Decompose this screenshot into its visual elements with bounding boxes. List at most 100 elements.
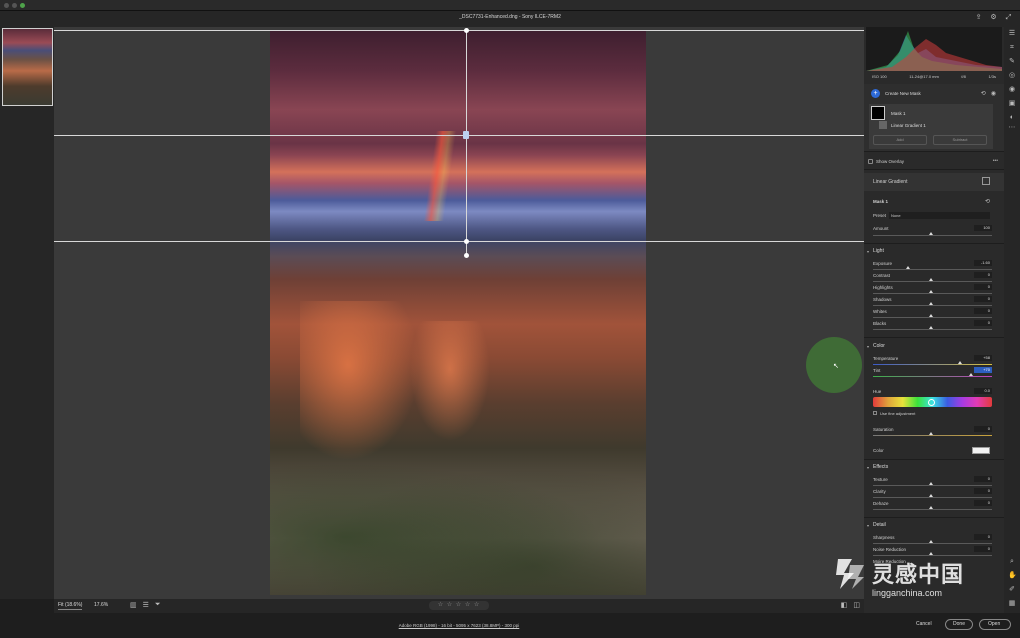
fine-adjust-checkbox[interactable] [873,411,877,415]
saturation-slider-thumb[interactable] [929,432,933,435]
noise-reduction-slider-thumb[interactable] [929,552,933,555]
eye-icon[interactable]: ◉ [991,90,996,97]
gradient-bottom-handle[interactable] [464,239,469,244]
mask-thumbnail[interactable] [871,106,885,120]
done-button[interactable]: Done [945,619,973,630]
dehaze-slider[interactable] [873,509,992,510]
texture-value[interactable]: 0 [974,476,992,482]
save-icon[interactable]: ⇪ [975,14,982,21]
minimize-window-button[interactable] [12,3,17,8]
gradient-top-handle[interactable] [464,28,469,33]
highlights-slider[interactable] [873,293,992,294]
amount-value[interactable]: 100 [974,225,992,231]
hue-value[interactable]: 0.0 [974,388,992,394]
sort-icon[interactable]: ☰ [143,601,149,609]
amount-slider-thumb[interactable] [929,232,933,235]
snapshots-icon[interactable]: ◐ [1008,114,1016,122]
chevron-down-icon[interactable]: ▾ [867,249,869,254]
zoom-icon[interactable]: ⌕ [1008,558,1016,566]
exposure-slider-thumb[interactable] [906,266,910,269]
sharpness-slider-thumb[interactable] [929,540,933,543]
detail-section-title[interactable]: Detail [873,522,886,528]
fullscreen-icon[interactable]: ⤢ [1005,14,1012,21]
linear-gradient-1-label[interactable]: Linear Gradient 1 [891,123,926,128]
cancel-button[interactable]: Cancel [916,621,932,627]
amount-slider[interactable] [873,235,992,236]
add-button[interactable]: Add [873,135,927,145]
compare-icon[interactable]: ◧ [841,601,848,609]
temperature-value[interactable]: +58 [974,355,992,361]
clarity-value[interactable]: 0 [974,488,992,494]
gradient-center-line[interactable] [54,135,864,136]
reset-icon[interactable]: ⟲ [985,198,990,205]
whites-value[interactable]: 0 [974,308,992,314]
hue-slider-thumb[interactable] [928,399,935,406]
dehaze-value[interactable]: 0 [974,500,992,506]
workflow-options-link[interactable]: Adobe RGB (1998) - 16 bit - 5095 x 7623 … [0,623,918,628]
more-icon[interactable]: ••• [993,158,998,164]
shadows-value[interactable]: 0 [974,296,992,302]
blacks-value[interactable]: 0 [974,320,992,326]
presets-icon[interactable]: ▣ [1008,100,1016,108]
noise-reduction-slider[interactable] [873,555,992,556]
sharpness-value[interactable]: 0 [974,534,992,540]
filmstrip-toggle-icon[interactable]: ▥ [130,601,137,609]
preset-select[interactable]: None [889,212,990,219]
exposure-value[interactable]: -1.60 [974,260,992,266]
grid-icon[interactable]: ▦ [1008,600,1016,608]
image-canvas[interactable]: ↖ [54,27,864,599]
gradient-center-handle[interactable] [463,131,469,139]
zoom-window-button[interactable] [20,3,25,8]
filmstrip-thumbnail[interactable] [2,28,53,106]
chevron-down-icon[interactable]: ▾ [867,523,869,528]
whites-slider[interactable] [873,317,992,318]
gradient-top-line[interactable] [54,30,864,31]
whites-slider-thumb[interactable] [929,314,933,317]
show-overlay-checkbox[interactable] [868,159,873,164]
saturation-slider[interactable] [873,435,992,436]
highlights-value[interactable]: 0 [974,284,992,290]
tint-slider-thumb[interactable] [969,373,973,376]
before-after-icon[interactable]: ◫ [853,601,860,609]
shadows-slider[interactable] [873,305,992,306]
sampler-icon[interactable]: ✐ [1008,586,1016,594]
light-section-title[interactable]: Light [873,248,884,254]
effects-section-title[interactable]: Effects [873,464,888,470]
star-rating[interactable]: ☆ ☆ ☆ ☆ ☆ [429,601,489,610]
crop-icon[interactable]: ⌗ [1008,44,1016,52]
mask-1-label[interactable]: Mask 1 [891,111,906,116]
shadows-slider-thumb[interactable] [929,302,933,305]
color-swatch[interactable] [972,447,990,454]
contrast-slider-thumb[interactable] [929,278,933,281]
tint-slider[interactable] [873,376,992,377]
blacks-slider[interactable] [873,329,992,330]
exposure-slider[interactable] [873,269,992,270]
sharpness-slider[interactable] [873,543,992,544]
masking-icon[interactable]: ◎ [1008,72,1016,80]
temperature-slider-thumb[interactable] [958,361,962,364]
gear-icon[interactable]: ⚙ [990,14,997,21]
color-section-title[interactable]: Color [873,343,885,349]
contrast-slider[interactable] [873,281,992,282]
noise-reduction-value[interactable]: 0 [974,546,992,552]
healing-icon[interactable]: ✎ [1008,58,1016,66]
gradient-tool-icon[interactable] [982,177,990,185]
texture-slider[interactable] [873,485,992,486]
zoom-dropdown[interactable]: 17.6% [94,602,108,608]
subtract-button[interactable]: Subtract [933,135,987,145]
gradient-rotation-handle[interactable] [464,253,469,258]
contrast-value[interactable]: 0 [974,272,992,278]
temperature-slider[interactable] [873,364,992,365]
more-icon[interactable]: ⋯ [1008,124,1016,132]
close-window-button[interactable] [4,3,9,8]
create-new-mask-button[interactable]: + Create New Mask [871,89,921,98]
reset-icon[interactable]: ⟲ [981,90,986,97]
filter-icon[interactable]: ⏷ [155,601,161,609]
tint-value[interactable]: +70 [974,367,992,373]
red-eye-icon[interactable]: ◉ [1008,86,1016,94]
hand-icon[interactable]: ✋ [1008,572,1017,580]
gradient-bottom-line[interactable] [54,241,864,242]
fit-zoom-button[interactable]: Fit (18.6%) [58,602,83,610]
chevron-down-icon[interactable]: ▾ [867,344,869,349]
show-overlay-row[interactable]: Show Overlay ••• [864,158,1004,166]
